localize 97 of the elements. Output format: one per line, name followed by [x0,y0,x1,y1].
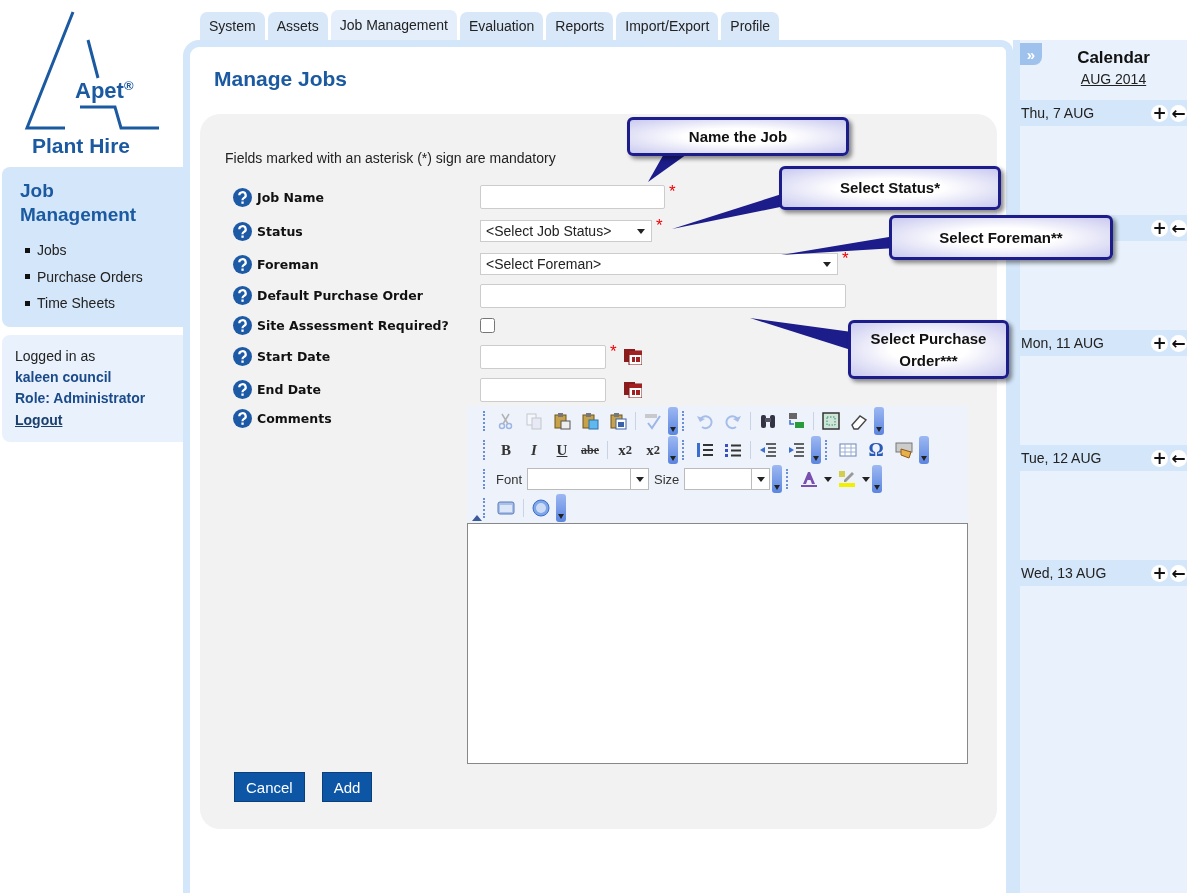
logo-tagline: Plant Hire [32,134,131,158]
nav-tab[interactable]: Reports [546,12,614,40]
help-icon[interactable] [233,286,252,305]
calendar-title: Calendar [1077,48,1150,68]
mandatory-note: Fields marked with an asterisk (*) sign are mandatory [225,150,557,166]
callout: Name the Job [627,117,849,156]
field-label: Default Purchase Order [257,288,423,303]
back-button[interactable]: ← [1170,334,1187,352]
nav-link[interactable]: Time Sheets [25,290,183,317]
toolbar-overflow-button[interactable] [874,407,884,435]
toolbar-overflow-button[interactable] [668,407,678,435]
help-icon[interactable] [233,187,252,207]
date-field[interactable] [480,377,606,402]
help-icon[interactable] [233,221,252,241]
toolbar-overflow-button[interactable] [668,436,678,464]
session-intro: Logged in as [15,346,97,366]
caret-icon [823,261,831,267]
help-icon[interactable] [233,380,252,399]
size-label: Size [654,471,680,487]
nav-tab[interactable]: Profile [721,12,780,40]
help-icon[interactable] [233,347,252,366]
calendar-icon[interactable] [624,381,642,398]
logout-link[interactable]: Logout [15,409,63,430]
add-button[interactable]: + [1151,449,1168,467]
format-button[interactable]: I [521,438,547,462]
caret-icon [637,228,645,234]
field-label: End Date [257,382,321,397]
toolbar-overflow-button[interactable] [772,465,783,493]
field-label: Start Date [257,349,331,364]
text-field[interactable] [480,185,665,209]
day-label: Wed, 13 AUG [1021,565,1108,581]
checkbox[interactable] [480,318,495,333]
field-label: Job Name [257,189,324,205]
date-field[interactable] [480,344,606,369]
help-icon[interactable] [233,316,252,335]
add-button[interactable]: + [1151,564,1168,582]
caret-icon [813,456,819,461]
format-button[interactable]: B [493,438,519,462]
section-title: Job Management [20,179,138,227]
toolbar-overflow-button[interactable] [872,465,883,493]
format-button[interactable]: U [549,438,575,462]
field-label: Comments [257,411,332,426]
day-label: Thu, 7 AUG [1021,105,1096,121]
back-button[interactable]: ← [1170,219,1187,237]
add-button[interactable]: + [1151,334,1168,352]
nav-link[interactable]: Purchase Orders [25,263,183,290]
toolbar-overflow-button[interactable] [919,436,929,464]
nav-tab[interactable]: Evaluation [459,12,544,40]
field-label: Foreman [257,256,319,272]
caret-icon [824,476,833,482]
back-button[interactable]: ← [1170,104,1187,122]
collapse-icon[interactable] [472,515,482,521]
nav-tab[interactable]: Job Management [330,10,457,40]
field-label: Status [257,223,303,239]
required-asterisk: * [610,341,618,362]
nav-tab[interactable]: Assets [267,12,328,40]
back-button[interactable]: ← [1170,449,1187,467]
text-field[interactable] [480,283,846,308]
field-label: Site Assessment Required? [257,318,449,333]
format-button[interactable]: abe [577,438,603,462]
font-label: Font [496,471,522,487]
add-button[interactable]: + [1151,219,1168,237]
toolbar-overflow-button[interactable] [556,494,566,522]
day-label: Tue, 12 AUG [1021,450,1103,466]
caret-icon [876,427,882,432]
toolbar-overflow-button[interactable] [811,436,821,464]
callout: Select Purchase Order*** [848,320,1009,379]
required-asterisk: * [669,182,677,202]
cancel-button[interactable]: Cancel [234,772,305,802]
caret-icon [774,485,781,490]
day-label: Mon, 11 AUG [1021,335,1105,351]
caret-icon [670,456,676,461]
caret-icon [670,427,676,432]
callout: Select Foreman** [889,215,1113,260]
nav-link[interactable]: Jobs [25,237,183,264]
callout: Select Status* [779,166,1001,210]
back-button[interactable]: ← [1170,564,1187,582]
caret-icon [635,476,644,482]
page-title: Manage Jobs [214,67,349,91]
month-link[interactable]: AUG 2014 [1080,71,1147,87]
help-icon[interactable] [233,409,252,428]
nav-tab[interactable]: Import/Export [616,12,719,40]
calendar-icon[interactable] [624,348,642,365]
caret-icon [558,514,564,519]
logo-text: Apet$^{®}$ [75,78,134,105]
nav-tab[interactable]: System [200,12,265,40]
user-role: Role: Administrator [15,388,147,408]
select-field[interactable]: <Select Job Status> [480,220,652,242]
add-button[interactable]: Add [321,772,373,802]
required-asterisk: * [656,216,664,236]
user-name: kaleen council [15,367,113,387]
select-field[interactable]: <Select Foreman> [480,253,838,275]
add-button[interactable]: + [1151,104,1168,122]
symbol-button[interactable]: Ω [863,438,889,462]
required-asterisk: * [842,249,850,269]
caret-icon [921,456,927,461]
help-icon[interactable] [233,254,252,274]
